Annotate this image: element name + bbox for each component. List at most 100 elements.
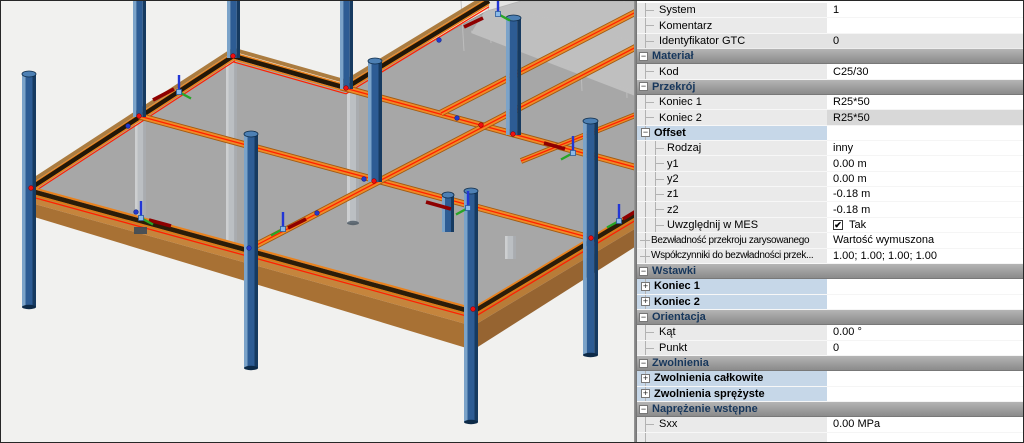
node-dot[interactable] [247, 246, 252, 251]
property-row[interactable]: Koniec 2R25*50 [637, 110, 1023, 125]
ghost-column[interactable] [229, 61, 235, 246]
node-dot[interactable] [134, 210, 139, 215]
column[interactable] [143, 1, 146, 117]
section-header-row[interactable]: −Zwolnienia [637, 356, 1023, 371]
collapse-icon[interactable]: − [639, 52, 648, 61]
property-row[interactable]: z1-0.18 m [637, 187, 1023, 202]
column[interactable] [230, 1, 237, 58]
property-value[interactable]: 0.00 MPa [827, 417, 1023, 432]
column[interactable] [136, 1, 143, 117]
ghost-column[interactable] [508, 236, 514, 259]
collapse-icon[interactable]: − [639, 267, 648, 276]
property-row[interactable]: Koniec 1R25*50 [637, 95, 1023, 110]
column[interactable] [33, 74, 37, 307]
property-row[interactable]: Uwzględnij w MES✔Tak [637, 218, 1023, 233]
property-value[interactable]: 0 [827, 34, 1023, 49]
expand-icon[interactable]: + [641, 282, 650, 291]
column[interactable] [475, 191, 479, 422]
node-dot[interactable] [372, 179, 377, 184]
ghost-column[interactable] [135, 121, 138, 225]
property-row[interactable]: Identyfikator GTC0 [637, 34, 1023, 49]
expand-icon[interactable]: + [641, 389, 650, 398]
column[interactable] [594, 121, 598, 355]
column[interactable] [451, 195, 454, 232]
property-row[interactable]: Współczynniki do bezwładności przek...1.… [637, 249, 1023, 264]
property-value[interactable]: 0.00 m [827, 172, 1023, 187]
ghost-column[interactable] [513, 236, 516, 259]
column[interactable] [506, 18, 510, 135]
section-header-row[interactable]: −Wstawki [637, 264, 1023, 279]
property-value[interactable]: 0 [827, 341, 1023, 356]
node-dot[interactable] [344, 86, 349, 91]
property-value[interactable]: inny [827, 141, 1023, 156]
node-dot[interactable] [315, 211, 320, 216]
property-value[interactable]: R25*50 [827, 95, 1023, 110]
column[interactable] [244, 134, 248, 368]
column[interactable] [464, 191, 468, 422]
section-header-row[interactable]: −Materiał [637, 49, 1023, 64]
subsection-row[interactable]: +Zwolnienia całkowite [637, 371, 1023, 386]
checkbox-icon[interactable]: ✔ [833, 220, 843, 230]
property-value[interactable]: Wartość wymuszona [827, 233, 1023, 248]
node-dot[interactable] [231, 54, 236, 59]
ghost-column[interactable] [347, 93, 350, 223]
column[interactable] [510, 18, 518, 135]
column[interactable] [379, 61, 383, 182]
node-dot[interactable] [137, 114, 142, 119]
property-row[interactable]: Komentarz [637, 18, 1023, 33]
collapse-icon[interactable]: − [639, 405, 648, 414]
node-dot[interactable] [511, 132, 516, 137]
collapse-icon[interactable]: − [641, 128, 650, 137]
column[interactable] [372, 61, 379, 182]
property-row[interactable]: Kąt0.00 ° [637, 325, 1023, 340]
column[interactable] [368, 61, 372, 182]
property-value[interactable] [827, 387, 1023, 402]
column[interactable] [340, 1, 343, 89]
expand-icon[interactable]: + [641, 297, 650, 306]
subsection-row[interactable]: −Offset [637, 126, 1023, 141]
collapse-icon[interactable]: − [639, 82, 648, 91]
column[interactable] [583, 121, 587, 355]
collapse-icon[interactable]: − [639, 313, 648, 322]
property-row[interactable]: System1 [637, 3, 1023, 18]
property-value[interactable]: -0.18 m [827, 202, 1023, 217]
property-row[interactable]: y20.00 m [637, 172, 1023, 187]
subsection-row[interactable]: +Koniec 1 [637, 279, 1023, 294]
column[interactable] [237, 1, 240, 58]
ghost-column[interactable] [143, 121, 146, 225]
ghost-column[interactable] [234, 61, 237, 246]
section-header-row[interactable]: −Naprężenie wstępne [637, 402, 1023, 417]
column[interactable] [343, 1, 350, 89]
column[interactable] [517, 18, 521, 135]
subsection-row[interactable]: +Koniec 2 [637, 295, 1023, 310]
property-value[interactable] [827, 126, 1023, 141]
column[interactable] [445, 195, 451, 232]
property-value[interactable]: 1 [827, 3, 1023, 18]
property-row[interactable]: z2-0.18 m [637, 202, 1023, 217]
column[interactable] [22, 74, 26, 307]
property-value[interactable]: 0.00 m [827, 156, 1023, 171]
property-value[interactable]: 1.00; 1.00; 1.00; 1.00 [827, 249, 1023, 264]
property-value[interactable]: R25*50 [827, 110, 1023, 125]
node-dot[interactable] [471, 307, 476, 312]
property-value[interactable]: C25/30 [827, 64, 1023, 79]
collapse-icon[interactable]: − [639, 359, 648, 368]
property-row[interactable]: Sxx0.00 MPa [637, 417, 1023, 432]
property-value[interactable] [827, 371, 1023, 386]
column[interactable] [227, 1, 230, 58]
ghost-column[interactable] [356, 93, 359, 223]
node-dot[interactable] [362, 177, 367, 182]
section-header-row[interactable]: −Przekrój [637, 80, 1023, 95]
ghost-column[interactable] [226, 61, 229, 246]
property-row[interactable]: Bezwładność przekroju zarysowanegoWartoś… [637, 233, 1023, 248]
property-value[interactable]: 0.00 ° [827, 325, 1023, 340]
property-value[interactable]: ✔Tak [827, 218, 1023, 233]
column[interactable] [350, 1, 353, 89]
node-dot[interactable] [479, 123, 484, 128]
property-row[interactable]: Rodzajinny [637, 141, 1023, 156]
viewport-3d[interactable] [1, 1, 634, 442]
subsection-row[interactable]: +Zwolnienia sprężyste [637, 387, 1023, 402]
node-dot[interactable] [29, 186, 34, 191]
node-dot[interactable] [437, 38, 442, 43]
ghost-column[interactable] [505, 236, 508, 259]
